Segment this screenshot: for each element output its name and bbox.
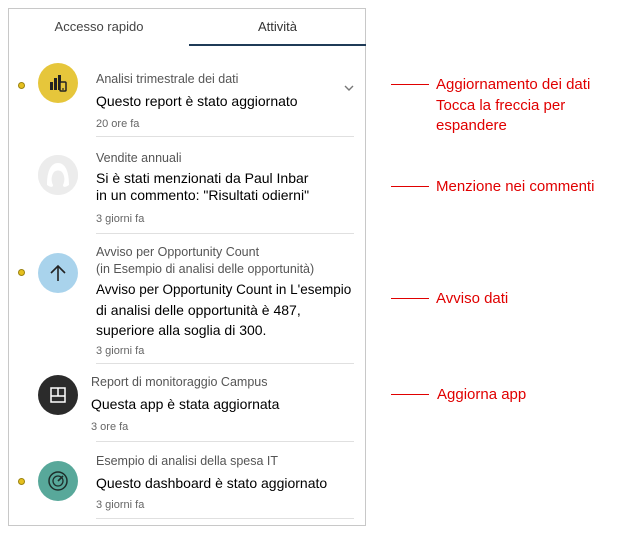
unread-dot <box>18 269 25 276</box>
user-avatar-icon <box>38 155 78 195</box>
callout-data-update-line-3: espandere <box>436 117 507 134</box>
callout-data-update-line-2: Tocca la freccia per <box>436 97 566 114</box>
item-timestamp: 3 ore fa <box>91 421 129 433</box>
callout-data-update-line-1: Aggiornamento dei dati <box>436 76 591 93</box>
item-title: Esempio di analisi della spesa IT <box>96 454 279 468</box>
item-body-line-1: Si è stati menzionati da Paul Inbar <box>96 170 309 186</box>
item-body: Questa app è stata aggiornata <box>91 396 280 412</box>
item-title: Vendite annuali <box>96 151 182 165</box>
tab-quick-access[interactable]: Accesso rapido <box>9 9 189 46</box>
callout-mention: Menzione nei commenti <box>436 178 595 195</box>
callout-app-update: Aggiorna app <box>437 386 527 403</box>
divider <box>96 363 354 364</box>
item-title: Report di monitoraggio Campus <box>91 375 268 389</box>
unread-dot <box>18 82 25 89</box>
item-title-line-1: Avviso per Opportunity Count <box>96 245 260 259</box>
divider <box>96 136 354 137</box>
item-title-line-2: (in Esempio di analisi delle opportunità… <box>96 262 315 276</box>
callout-line-data-update <box>391 84 429 85</box>
item-title: Analisi trimestrale dei dati <box>96 72 239 86</box>
app-grid-icon <box>38 375 78 415</box>
item-body-line-1: Avviso per Opportunity Count in L'esempi… <box>96 282 352 297</box>
tab-activity[interactable]: Attività <box>189 9 366 46</box>
callout-line-app-update <box>391 394 429 395</box>
tab-bar: Accesso rapido Attività <box>9 9 366 46</box>
item-body-line-3: superiore alla soglia di 300. <box>96 322 267 338</box>
callout-line-alert <box>391 298 429 299</box>
item-timestamp: 3 giorni fa <box>96 499 145 511</box>
item-timestamp: 3 giorni fa <box>96 213 145 225</box>
item-body: Questo report è stato aggiornato <box>96 93 298 109</box>
divider <box>96 233 354 234</box>
divider <box>96 441 354 442</box>
arrow-up-icon <box>38 253 78 293</box>
active-tab-indicator <box>189 44 366 46</box>
unread-dot <box>18 478 25 485</box>
chevron-down-icon[interactable] <box>342 81 356 95</box>
item-body: Questo dashboard è stato aggiornato <box>96 475 328 491</box>
item-timestamp: 20 ore fa <box>96 118 140 130</box>
activity-panel: Accesso rapido Attività Analisi trimestr… <box>8 8 366 526</box>
callout-alert: Avviso dati <box>436 290 509 307</box>
report-chart-icon <box>38 63 78 103</box>
callout-line-mention <box>391 186 429 187</box>
item-timestamp: 3 giorni fa <box>96 345 145 357</box>
item-body-line-2: in un commento: "Risultati odierni" <box>96 187 310 203</box>
divider <box>96 518 354 519</box>
gauge-icon <box>38 461 78 501</box>
item-body-line-2: di analisi delle opportunità è 487, <box>96 302 301 318</box>
